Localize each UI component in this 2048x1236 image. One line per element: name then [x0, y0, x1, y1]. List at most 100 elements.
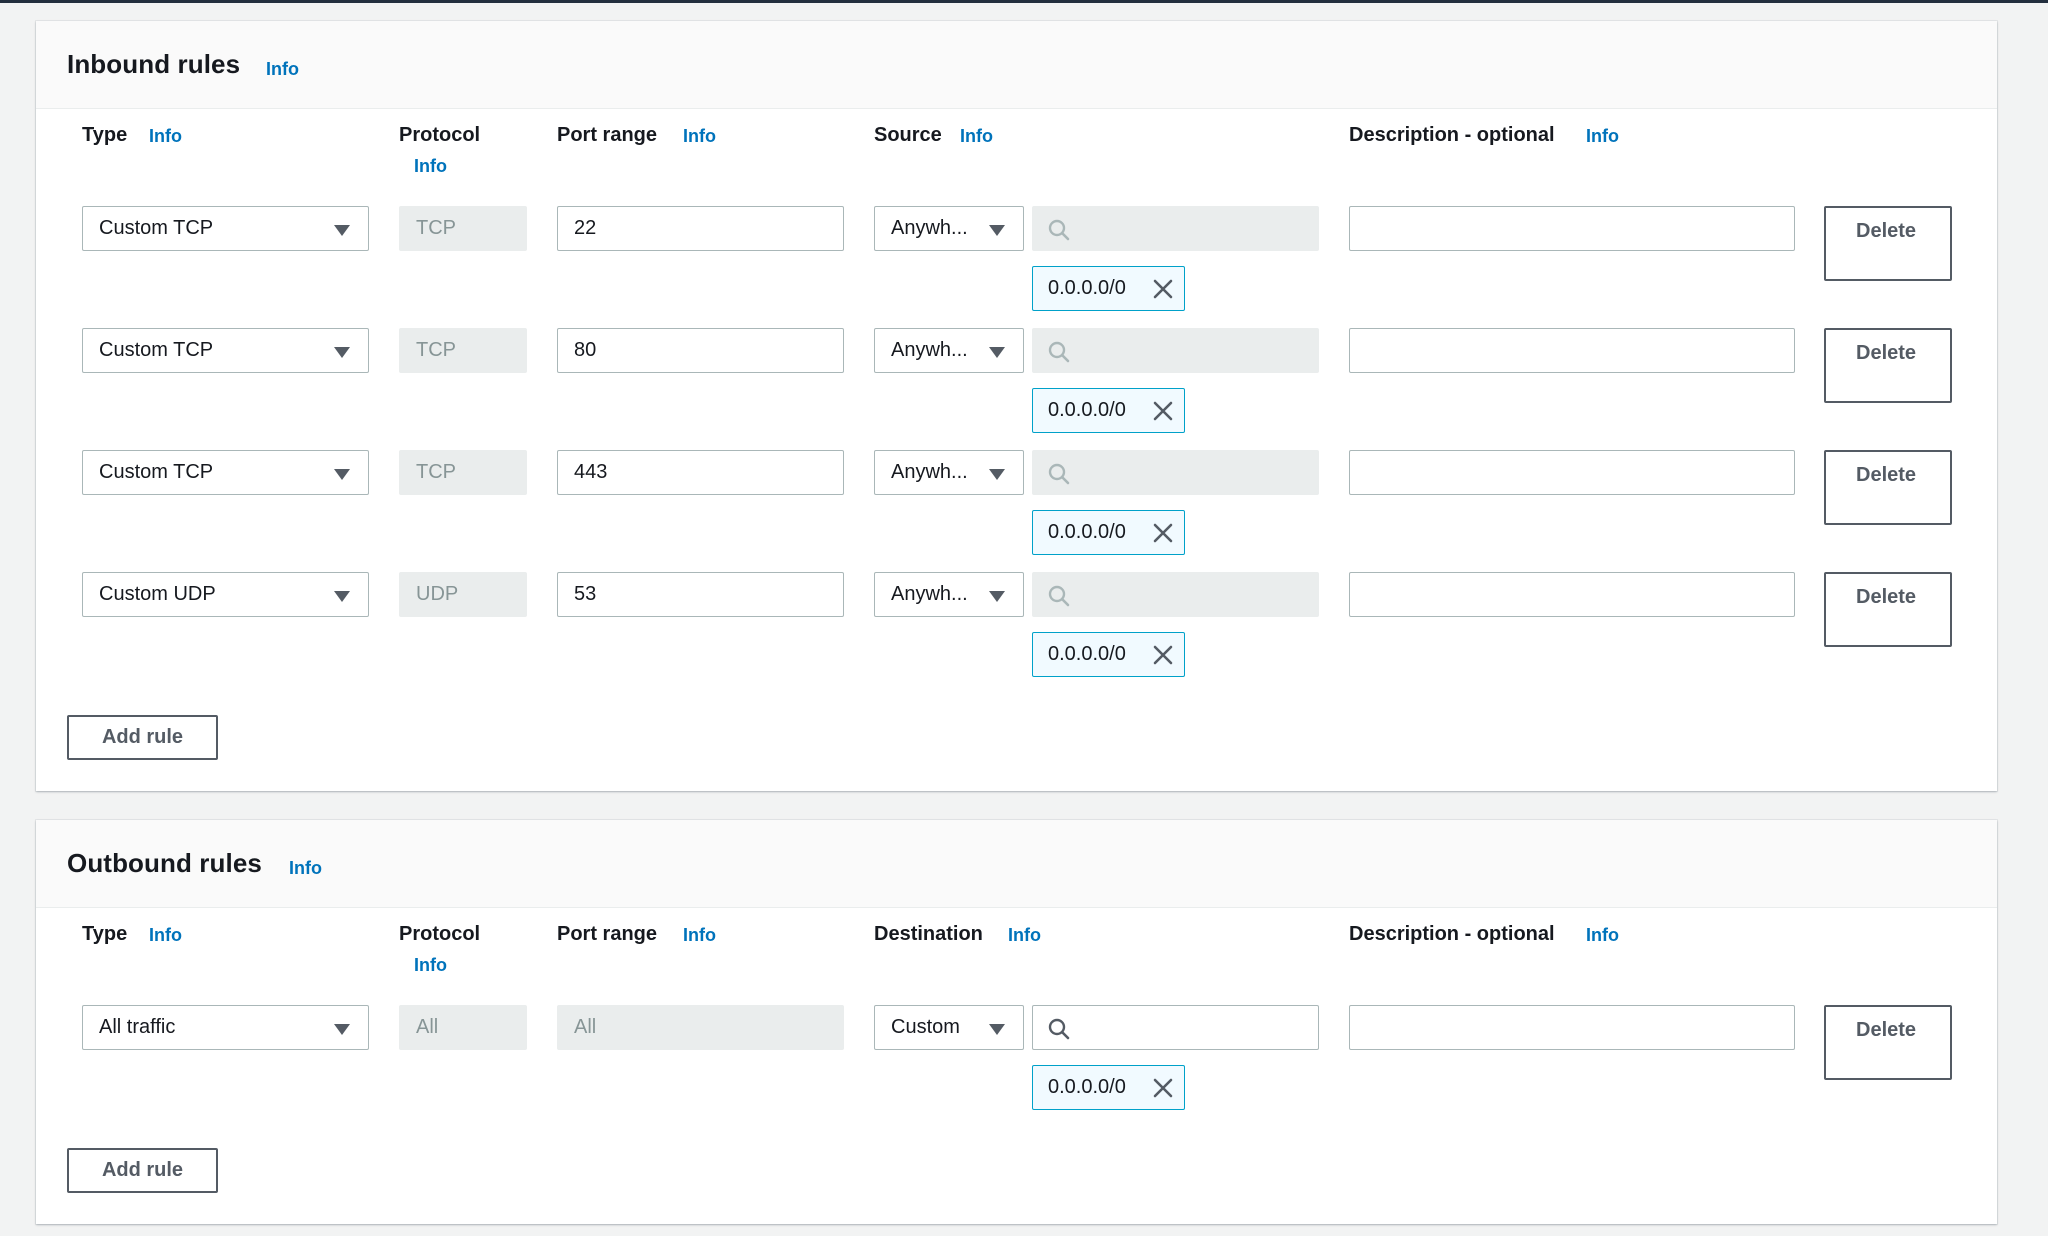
outbound-rules-panel: Outbound rules Info Type Info Protocol I… — [36, 820, 1997, 1224]
search-icon — [1048, 585, 1070, 607]
type-select[interactable]: Custom UDP — [82, 572, 369, 617]
type-select-value: Custom UDP — [99, 583, 216, 605]
source-search-input[interactable] — [1032, 450, 1319, 495]
source-search-input[interactable] — [1032, 572, 1319, 617]
caret-down-icon — [989, 1024, 1005, 1035]
search-icon — [1048, 219, 1070, 241]
type-select-value: All traffic — [99, 1016, 176, 1038]
col-header-type: Type — [82, 124, 128, 146]
destination-search-input[interactable] — [1032, 1005, 1319, 1050]
cidr-token-label: 0.0.0.0/0 — [1048, 277, 1126, 299]
source-search-input[interactable] — [1032, 328, 1319, 373]
port-range-input[interactable]: 80 — [557, 328, 844, 373]
col-header-destination: Destination — [874, 923, 983, 945]
outbound-rules-title: Outbound rules — [67, 848, 262, 878]
search-icon — [1048, 341, 1070, 363]
caret-down-icon — [334, 225, 350, 236]
destination-info-link[interactable]: Info — [1008, 925, 1041, 946]
cidr-token: 0.0.0.0/0 — [1032, 266, 1185, 311]
inbound-rules-panel: Inbound rules Info Type Info Protocol In… — [36, 21, 1997, 791]
source-select-value: Anywh... — [891, 461, 968, 483]
close-icon[interactable] — [1152, 278, 1174, 300]
port-range-field: All — [557, 1005, 844, 1050]
port-range-input[interactable]: 22 — [557, 206, 844, 251]
description-input[interactable] — [1349, 1005, 1795, 1050]
col-header-type: Type — [82, 923, 128, 945]
port-range-input[interactable]: 443 — [557, 450, 844, 495]
cidr-token: 0.0.0.0/0 — [1032, 510, 1185, 555]
col-header-port-range: Port range — [557, 923, 658, 945]
port-range-input[interactable]: 53 — [557, 572, 844, 617]
caret-down-icon — [989, 469, 1005, 480]
caret-down-icon — [989, 591, 1005, 602]
caret-down-icon — [989, 225, 1005, 236]
col-header-port-range: Port range — [557, 124, 658, 146]
cidr-token-label: 0.0.0.0/0 — [1048, 1076, 1126, 1098]
col-header-protocol: Protocol — [399, 124, 481, 146]
add-inbound-rule-button[interactable]: Add rule — [67, 715, 218, 760]
type-select-value: Custom TCP — [99, 217, 214, 239]
type-select[interactable]: All traffic — [82, 1005, 369, 1050]
outbound-rules-info-link[interactable]: Info — [289, 858, 322, 879]
source-select[interactable]: Anywh... — [874, 206, 1024, 251]
delete-rule-button[interactable]: Delete — [1824, 1005, 1952, 1080]
caret-down-icon — [334, 591, 350, 602]
description-info-link[interactable]: Info — [1586, 925, 1619, 946]
cidr-token: 0.0.0.0/0 — [1032, 632, 1185, 677]
source-select-value: Anywh... — [891, 583, 968, 605]
destination-select-value: Custom — [891, 1016, 960, 1038]
cidr-token-label: 0.0.0.0/0 — [1048, 399, 1126, 421]
close-icon[interactable] — [1152, 644, 1174, 666]
protocol-field: All — [399, 1005, 527, 1050]
type-info-link[interactable]: Info — [149, 925, 182, 946]
description-input[interactable] — [1349, 206, 1795, 251]
type-select[interactable]: Custom TCP — [82, 450, 369, 495]
col-header-description: Description - optional — [1349, 923, 1555, 945]
protocol-field: UDP — [399, 572, 527, 617]
source-select[interactable]: Anywh... — [874, 450, 1024, 495]
delete-rule-button[interactable]: Delete — [1824, 572, 1952, 647]
protocol-info-link[interactable]: Info — [414, 955, 447, 976]
type-select-value: Custom TCP — [99, 461, 214, 483]
col-header-source: Source — [874, 124, 942, 146]
outbound-rules-header: Outbound rules Info — [36, 820, 1997, 908]
cidr-token: 0.0.0.0/0 — [1032, 1065, 1185, 1110]
type-select[interactable]: Custom TCP — [82, 328, 369, 373]
col-header-description: Description - optional — [1349, 124, 1555, 146]
col-header-protocol: Protocol — [399, 923, 481, 945]
protocol-field: TCP — [399, 206, 527, 251]
inbound-rules-title: Inbound rules — [67, 49, 241, 79]
source-select[interactable]: Anywh... — [874, 328, 1024, 373]
description-input[interactable] — [1349, 450, 1795, 495]
close-icon[interactable] — [1152, 522, 1174, 544]
destination-select[interactable]: Custom — [874, 1005, 1024, 1050]
description-info-link[interactable]: Info — [1586, 126, 1619, 147]
protocol-field: TCP — [399, 450, 527, 495]
close-icon[interactable] — [1152, 400, 1174, 422]
caret-down-icon — [334, 1024, 350, 1035]
delete-rule-button[interactable]: Delete — [1824, 328, 1952, 403]
type-select-value: Custom TCP — [99, 339, 214, 361]
description-input[interactable] — [1349, 328, 1795, 373]
cidr-token: 0.0.0.0/0 — [1032, 388, 1185, 433]
description-input[interactable] — [1349, 572, 1795, 617]
close-icon[interactable] — [1152, 1077, 1174, 1099]
type-select[interactable]: Custom TCP — [82, 206, 369, 251]
inbound-rules-info-link[interactable]: Info — [266, 59, 299, 80]
delete-rule-button[interactable]: Delete — [1824, 206, 1952, 281]
caret-down-icon — [334, 469, 350, 480]
source-info-link[interactable]: Info — [960, 126, 993, 147]
add-outbound-rule-button[interactable]: Add rule — [67, 1148, 218, 1193]
inbound-rules-header: Inbound rules Info — [36, 21, 1997, 109]
source-select[interactable]: Anywh... — [874, 572, 1024, 617]
port-range-info-link[interactable]: Info — [683, 925, 716, 946]
cidr-token-label: 0.0.0.0/0 — [1048, 643, 1126, 665]
caret-down-icon — [989, 347, 1005, 358]
caret-down-icon — [334, 347, 350, 358]
type-info-link[interactable]: Info — [149, 126, 182, 147]
delete-rule-button[interactable]: Delete — [1824, 450, 1952, 525]
port-range-info-link[interactable]: Info — [683, 126, 716, 147]
protocol-info-link[interactable]: Info — [414, 156, 447, 177]
cidr-token-label: 0.0.0.0/0 — [1048, 521, 1126, 543]
source-search-input[interactable] — [1032, 206, 1319, 251]
